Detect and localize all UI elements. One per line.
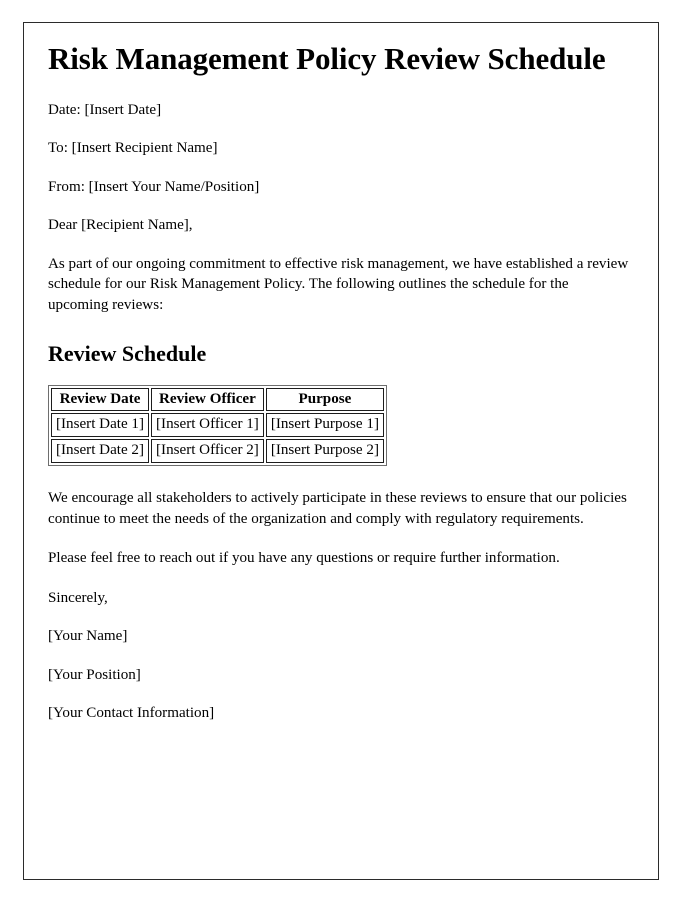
followup-paragraph: Please feel free to reach out if you hav…	[48, 550, 560, 567]
table-header-row: Review Date Review Officer Purpose	[51, 387, 384, 412]
recipient-line: To: [Insert Recipient Name]	[48, 140, 218, 157]
cell-purpose: [Insert Purpose 2]	[265, 439, 384, 464]
cell-review-officer: [Insert Officer 1]	[151, 413, 264, 438]
cell-review-officer: [Insert Officer 2]	[151, 439, 264, 464]
table-row: [Insert Date 2] [Insert Officer 2] [Inse…	[51, 439, 384, 464]
sender-line: From: [Insert Your Name/Position]	[48, 178, 260, 195]
section-heading-review-schedule: Review Schedule	[48, 341, 207, 367]
table-body: [Insert Date 1] [Insert Officer 1] [Inse…	[51, 413, 384, 464]
signoff-name: [Your Name]	[48, 628, 128, 645]
column-header-purpose: Purpose	[265, 387, 384, 412]
cell-review-date: [Insert Date 1]	[51, 413, 150, 438]
cell-review-date: [Insert Date 2]	[51, 439, 150, 464]
column-header-review-date: Review Date	[51, 387, 150, 412]
signoff-closing: Sincerely,	[48, 589, 108, 606]
document-content: Risk Management Policy Review Schedule D…	[48, 41, 630, 724]
review-schedule-table: Review Date Review Officer Purpose [Inse…	[48, 384, 387, 467]
signoff-contact: [Your Contact Information]	[48, 705, 215, 722]
salutation: Dear [Recipient Name],	[48, 217, 193, 234]
intro-paragraph: As part of our ongoing commitment to eff…	[48, 255, 629, 313]
table-head: Review Date Review Officer Purpose	[51, 387, 384, 412]
closing-paragraph: We encourage all stakeholders to activel…	[48, 490, 627, 527]
signoff-position: [Your Position]	[48, 666, 141, 683]
page-title: Risk Management Policy Review Schedule	[48, 41, 606, 76]
letter-header-block: Date: [Insert Date] To: [Insert Recipien…	[48, 100, 630, 198]
signature-block: Sincerely, [Your Name] [Your Position] […	[48, 588, 630, 724]
column-header-review-officer: Review Officer	[151, 387, 264, 412]
cell-purpose: [Insert Purpose 1]	[265, 413, 384, 438]
screenshot-canvas: Risk Management Policy Review Schedule D…	[0, 0, 700, 900]
date-line: Date: [Insert Date]	[48, 101, 162, 118]
table-row: [Insert Date 1] [Insert Officer 1] [Inse…	[51, 413, 384, 438]
document-page: Risk Management Policy Review Schedule D…	[23, 22, 659, 880]
